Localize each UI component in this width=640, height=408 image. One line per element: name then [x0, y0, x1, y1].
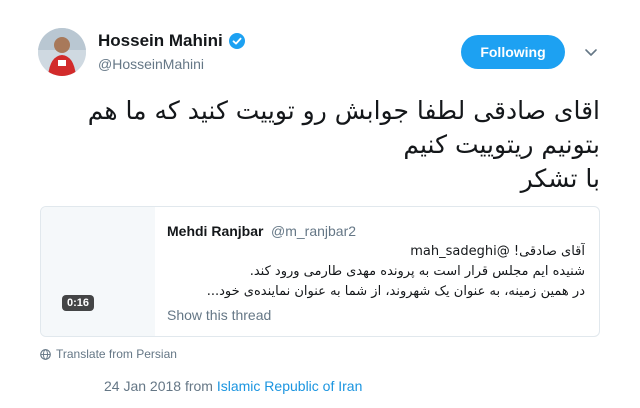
following-button[interactable]: Following	[461, 35, 565, 69]
tweet-text-line: با تشکر	[520, 164, 600, 193]
quoted-tweet-text: آقای صادقی! @mah_sadeghi شنیده ایم مجلس …	[167, 242, 585, 302]
tweet-location-link[interactable]: Islamic Republic of Iran	[217, 378, 363, 394]
show-this-thread-link[interactable]: Show this thread	[167, 307, 271, 323]
translate-link[interactable]: Translate from Persian	[40, 347, 177, 361]
avatar[interactable]	[38, 28, 86, 76]
tweet-text: اقای صادقی لطفا جوابش رو توییت کنید که م…	[30, 94, 600, 196]
tweet-date[interactable]: 24 Jan 2018 from	[104, 378, 213, 394]
tweet-text-line: اقای صادقی لطفا جوابش رو توییت کنید که م…	[87, 96, 600, 125]
tweet-metadata: 24 Jan 2018 from Islamic Republic of Ira…	[104, 378, 362, 394]
quoted-text-line: در همین زمینه، به عنوان یک شهروند، از شم…	[206, 284, 585, 299]
video-duration-badge: 0:16	[62, 295, 95, 311]
quoted-tweet[interactable]: 0:16 Mehdi Ranjbar @m_ranjbar2 آقای صادق…	[40, 206, 600, 337]
tweet-header: Hossein Mahini @HosseinMahini Following	[0, 0, 640, 90]
video-thumbnail[interactable]: 0:16	[41, 207, 155, 336]
tweet-text-line: بتونیم ریتوییت کنیم	[403, 130, 600, 159]
verified-badge-icon	[228, 33, 245, 49]
quoted-text-line: آقای صادقی! @mah_sadeghi	[410, 244, 585, 259]
author-display-name[interactable]: Hossein Mahini	[98, 31, 245, 51]
chevron-down-icon[interactable]	[583, 44, 599, 60]
globe-icon	[40, 348, 51, 360]
quoted-text-line: شنیده ایم مجلس قرار است به پرونده مهدی ط…	[249, 264, 585, 279]
translate-label[interactable]: Translate from Persian	[56, 347, 177, 361]
author-handle[interactable]: @HosseinMahini	[98, 56, 204, 72]
quoted-author-name[interactable]: Mehdi Ranjbar	[167, 223, 263, 239]
author-name-text[interactable]: Hossein Mahini	[98, 31, 223, 51]
quoted-author-handle[interactable]: @m_ranjbar2	[271, 223, 356, 239]
